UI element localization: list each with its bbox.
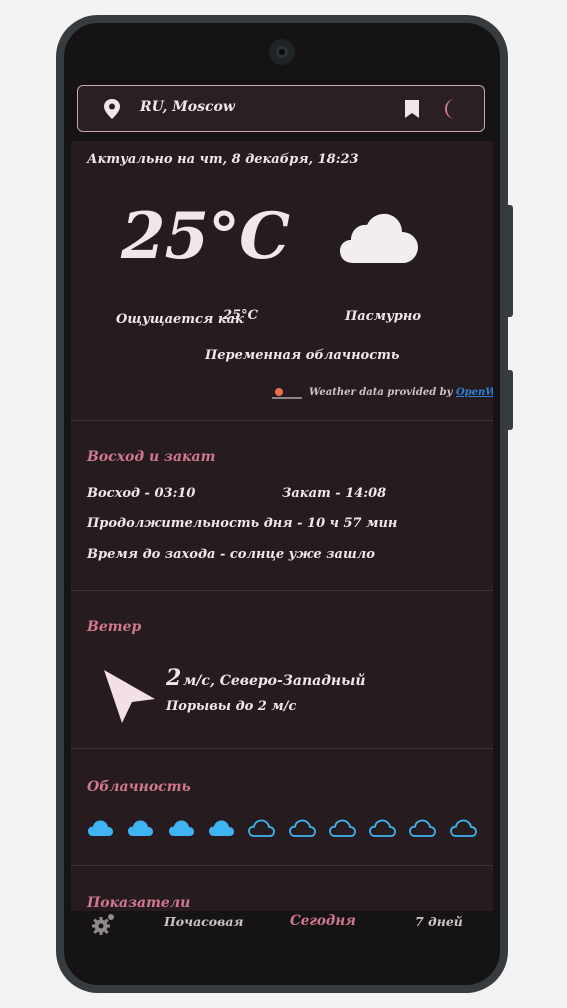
cloud-filled-icon [88,820,113,836]
side-button-bottom [507,370,513,430]
wind-speed-text: м/с, Северо-Западный [183,673,366,689]
gear-icon[interactable] [90,912,116,936]
cloud-outline-icon [288,819,316,837]
wind-speed: 2 [166,665,182,691]
location-label[interactable]: RU, Moscow [140,99,235,115]
divider [71,865,493,866]
condition-description: Переменная облачность [205,348,400,363]
cloud-outline-icon [369,819,396,837]
cloud-filled-icon [128,820,154,836]
openweather-link[interactable]: OpenWeather [456,387,493,398]
updated-time: Актуально на чт, 8 декабря, 18:23 [87,152,359,167]
side-button-top [507,205,513,317]
condition-label: Пасмурно [345,309,421,324]
front-camera [269,39,295,65]
attribution-text: Weather data provided by [309,387,453,398]
location-bar[interactable]: RU, Moscow [77,85,485,132]
moon-icon[interactable] [442,98,462,120]
day-length: Продолжительность дня - 10 ч 57 мин [87,516,398,531]
cloud-filled-icon [208,820,234,836]
nav-tab-week[interactable]: 7 дней [415,914,463,929]
divider [71,420,493,421]
cloud-outline-icon [409,819,437,837]
weather-content[interactable]: Актуально на чт, 8 декабря, 18:23 25°C О… [71,141,493,911]
cloud-outline-icon [248,819,276,837]
bookmark-icon[interactable] [404,99,420,119]
nav-tab-hourly[interactable]: Почасовая [164,914,243,929]
divider [71,748,493,749]
sunrise-time: Восход - 03:10 [87,486,196,501]
temperature-value: 25°C [121,199,290,274]
wind-gusts: Порывы до 2 м/с [166,699,297,714]
attribution: Weather data provided by OpenWeather [309,387,493,398]
openweather-logo-icon [272,388,302,399]
nav-tab-today[interactable]: Сегодня [290,913,356,929]
sunset-time: Закат - 14:08 [282,486,387,501]
cloud-outline-icon [449,819,477,837]
cloud-filled-icon [168,820,194,836]
indicators-section-title: Показатели [87,895,191,911]
clouds-section-title: Облачность [87,779,191,795]
time-to-sunset: Время до захода - солнце уже зашло [87,547,375,562]
cloud-outline-icon [328,819,356,837]
wind-direction-arrow-icon [104,670,155,723]
wind-section-title: Ветер [87,619,142,635]
divider [71,590,493,591]
location-pin-icon[interactable] [102,98,122,120]
feels-like-value: 25°C [223,308,258,323]
cloud-icon [340,213,418,263]
sun-section-title: Восход и закат [87,449,216,465]
